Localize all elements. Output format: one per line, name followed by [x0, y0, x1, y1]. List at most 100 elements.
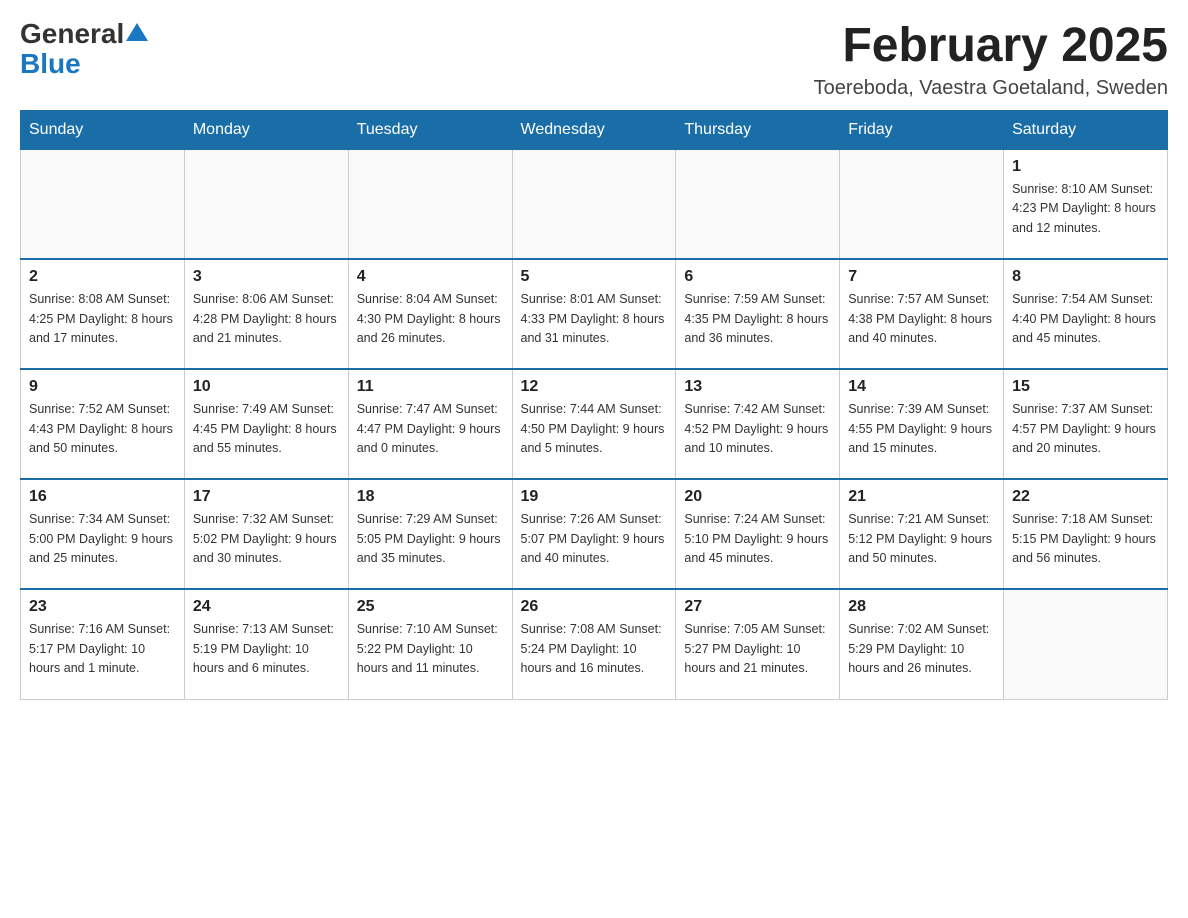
calendar-cell: 4Sunrise: 8:04 AM Sunset: 4:30 PM Daylig…	[348, 259, 512, 369]
day-header-wednesday: Wednesday	[512, 110, 676, 149]
day-info: Sunrise: 8:04 AM Sunset: 4:30 PM Dayligh…	[357, 290, 504, 348]
calendar-cell: 20 Sunrise: 7:24 AM Sunset: 5:10 PM Dayli…	[676, 479, 840, 589]
day-info: Sunrise: 7:44 AM Sunset: 4:50 PM Dayligh…	[521, 400, 668, 458]
calendar-week-row: 16 Sunrise: 7:34 AM Sunset: 5:00 PM Dayli…	[21, 479, 1168, 589]
calendar-cell	[1004, 589, 1168, 699]
day-header-thursday: Thursday	[676, 110, 840, 149]
calendar-week-row: 23 Sunrise: 7:16 AM Sunset: 5:17 PM Dayli…	[21, 589, 1168, 699]
day-info: Sunrise: 7:24 AM Sunset: 5:10 PM Dayligh…	[684, 510, 831, 568]
day-number: 22	[1012, 488, 1159, 506]
page-header: General Blue February 2025 Toereboda, Va…	[20, 20, 1168, 100]
day-info: Sunrise: 7:37 AM Sunset: 4:57 PM Dayligh…	[1012, 400, 1159, 458]
day-info: Sunrise: 7:57 AM Sunset: 4:38 PM Dayligh…	[848, 290, 995, 348]
day-number: 9	[29, 378, 176, 396]
day-info: Sunrise: 8:08 AM Sunset: 4:25 PM Dayligh…	[29, 290, 176, 348]
day-info: Sunrise: 7:54 AM Sunset: 4:40 PM Dayligh…	[1012, 290, 1159, 348]
day-header-friday: Friday	[840, 110, 1004, 149]
calendar-cell: 15Sunrise: 7:37 AM Sunset: 4:57 PM Dayli…	[1004, 369, 1168, 479]
day-number: 13	[684, 378, 831, 396]
day-info: Sunrise: 7:52 AM Sunset: 4:43 PM Dayligh…	[29, 400, 176, 458]
day-info: Sunrise: 7:26 AM Sunset: 5:07 PM Dayligh…	[521, 510, 668, 568]
day-info: Sunrise: 7:21 AM Sunset: 5:12 PM Dayligh…	[848, 510, 995, 568]
calendar-cell: 1 Sunrise: 8:10 AM Sunset: 4:23 PM Daylig…	[1004, 149, 1168, 259]
calendar-cell: 16 Sunrise: 7:34 AM Sunset: 5:00 PM Dayli…	[21, 479, 185, 589]
day-number: 26	[521, 598, 668, 616]
calendar-cell	[676, 149, 840, 259]
calendar-cell: 7 Sunrise: 7:57 AM Sunset: 4:38 PM Daylig…	[840, 259, 1004, 369]
calendar-cell: 2 Sunrise: 8:08 AM Sunset: 4:25 PM Daylig…	[21, 259, 185, 369]
calendar-header-row: SundayMondayTuesdayWednesdayThursdayFrid…	[21, 110, 1168, 149]
calendar-cell: 19 Sunrise: 7:26 AM Sunset: 5:07 PM Dayli…	[512, 479, 676, 589]
calendar-cell: 5Sunrise: 8:01 AM Sunset: 4:33 PM Daylig…	[512, 259, 676, 369]
calendar-cell: 22 Sunrise: 7:18 AM Sunset: 5:15 PM Dayli…	[1004, 479, 1168, 589]
month-title: February 2025	[814, 20, 1168, 73]
day-info: Sunrise: 7:10 AM Sunset: 5:22 PM Dayligh…	[357, 620, 504, 678]
day-number: 24	[193, 598, 340, 616]
day-header-saturday: Saturday	[1004, 110, 1168, 149]
day-info: Sunrise: 7:16 AM Sunset: 5:17 PM Dayligh…	[29, 620, 176, 678]
day-info: Sunrise: 7:42 AM Sunset: 4:52 PM Dayligh…	[684, 400, 831, 458]
day-number: 27	[684, 598, 831, 616]
logo-blue-text: Blue	[20, 48, 81, 80]
day-number: 17	[193, 488, 340, 506]
day-info: Sunrise: 8:10 AM Sunset: 4:23 PM Dayligh…	[1012, 180, 1159, 238]
day-number: 6	[684, 268, 831, 286]
calendar-cell: 26 Sunrise: 7:08 AM Sunset: 5:24 PM Dayli…	[512, 589, 676, 699]
day-info: Sunrise: 7:08 AM Sunset: 5:24 PM Dayligh…	[521, 620, 668, 678]
day-number: 1	[1012, 158, 1159, 176]
location-title: Toereboda, Vaestra Goetaland, Sweden	[814, 77, 1168, 100]
calendar-cell: 12 Sunrise: 7:44 AM Sunset: 4:50 PM Dayli…	[512, 369, 676, 479]
day-info: Sunrise: 7:29 AM Sunset: 5:05 PM Dayligh…	[357, 510, 504, 568]
day-number: 18	[357, 488, 504, 506]
day-number: 12	[521, 378, 668, 396]
calendar-cell: 3 Sunrise: 8:06 AM Sunset: 4:28 PM Daylig…	[184, 259, 348, 369]
day-number: 5	[521, 268, 668, 286]
day-number: 14	[848, 378, 995, 396]
calendar-cell: 10Sunrise: 7:49 AM Sunset: 4:45 PM Dayli…	[184, 369, 348, 479]
day-number: 11	[357, 378, 504, 396]
logo-triangle-icon	[126, 21, 148, 43]
calendar-cell: 25 Sunrise: 7:10 AM Sunset: 5:22 PM Dayli…	[348, 589, 512, 699]
day-number: 21	[848, 488, 995, 506]
calendar-week-row: 1 Sunrise: 8:10 AM Sunset: 4:23 PM Daylig…	[21, 149, 1168, 259]
day-number: 25	[357, 598, 504, 616]
calendar-cell: 23 Sunrise: 7:16 AM Sunset: 5:17 PM Dayli…	[21, 589, 185, 699]
calendar-cell	[512, 149, 676, 259]
day-info: Sunrise: 7:34 AM Sunset: 5:00 PM Dayligh…	[29, 510, 176, 568]
calendar-cell: 27 Sunrise: 7:05 AM Sunset: 5:27 PM Dayli…	[676, 589, 840, 699]
calendar-week-row: 9 Sunrise: 7:52 AM Sunset: 4:43 PM Daylig…	[21, 369, 1168, 479]
day-number: 16	[29, 488, 176, 506]
calendar-cell	[840, 149, 1004, 259]
day-number: 23	[29, 598, 176, 616]
calendar-cell: 6Sunrise: 7:59 AM Sunset: 4:35 PM Daylig…	[676, 259, 840, 369]
calendar-table: SundayMondayTuesdayWednesdayThursdayFrid…	[20, 110, 1168, 700]
day-number: 20	[684, 488, 831, 506]
calendar-cell: 28Sunrise: 7:02 AM Sunset: 5:29 PM Dayli…	[840, 589, 1004, 699]
day-info: Sunrise: 7:39 AM Sunset: 4:55 PM Dayligh…	[848, 400, 995, 458]
calendar-cell: 14 Sunrise: 7:39 AM Sunset: 4:55 PM Dayli…	[840, 369, 1004, 479]
calendar-cell: 9 Sunrise: 7:52 AM Sunset: 4:43 PM Daylig…	[21, 369, 185, 479]
day-info: Sunrise: 8:06 AM Sunset: 4:28 PM Dayligh…	[193, 290, 340, 348]
day-number: 2	[29, 268, 176, 286]
calendar-cell	[21, 149, 185, 259]
calendar-cell: 17 Sunrise: 7:32 AM Sunset: 5:02 PM Dayli…	[184, 479, 348, 589]
day-header-sunday: Sunday	[21, 110, 185, 149]
day-number: 8	[1012, 268, 1159, 286]
calendar-week-row: 2 Sunrise: 8:08 AM Sunset: 4:25 PM Daylig…	[21, 259, 1168, 369]
day-info: Sunrise: 7:05 AM Sunset: 5:27 PM Dayligh…	[684, 620, 831, 678]
calendar-cell: 11Sunrise: 7:47 AM Sunset: 4:47 PM Dayli…	[348, 369, 512, 479]
day-info: Sunrise: 7:18 AM Sunset: 5:15 PM Dayligh…	[1012, 510, 1159, 568]
day-info: Sunrise: 7:49 AM Sunset: 4:45 PM Dayligh…	[193, 400, 340, 458]
day-info: Sunrise: 7:32 AM Sunset: 5:02 PM Dayligh…	[193, 510, 340, 568]
day-info: Sunrise: 7:02 AM Sunset: 5:29 PM Dayligh…	[848, 620, 995, 678]
calendar-cell: 8 Sunrise: 7:54 AM Sunset: 4:40 PM Daylig…	[1004, 259, 1168, 369]
day-number: 7	[848, 268, 995, 286]
logo-general-text: General	[20, 20, 124, 48]
calendar-cell: 21 Sunrise: 7:21 AM Sunset: 5:12 PM Dayli…	[840, 479, 1004, 589]
calendar-cell	[184, 149, 348, 259]
day-header-tuesday: Tuesday	[348, 110, 512, 149]
day-number: 3	[193, 268, 340, 286]
calendar-cell	[348, 149, 512, 259]
day-number: 19	[521, 488, 668, 506]
day-info: Sunrise: 7:13 AM Sunset: 5:19 PM Dayligh…	[193, 620, 340, 678]
